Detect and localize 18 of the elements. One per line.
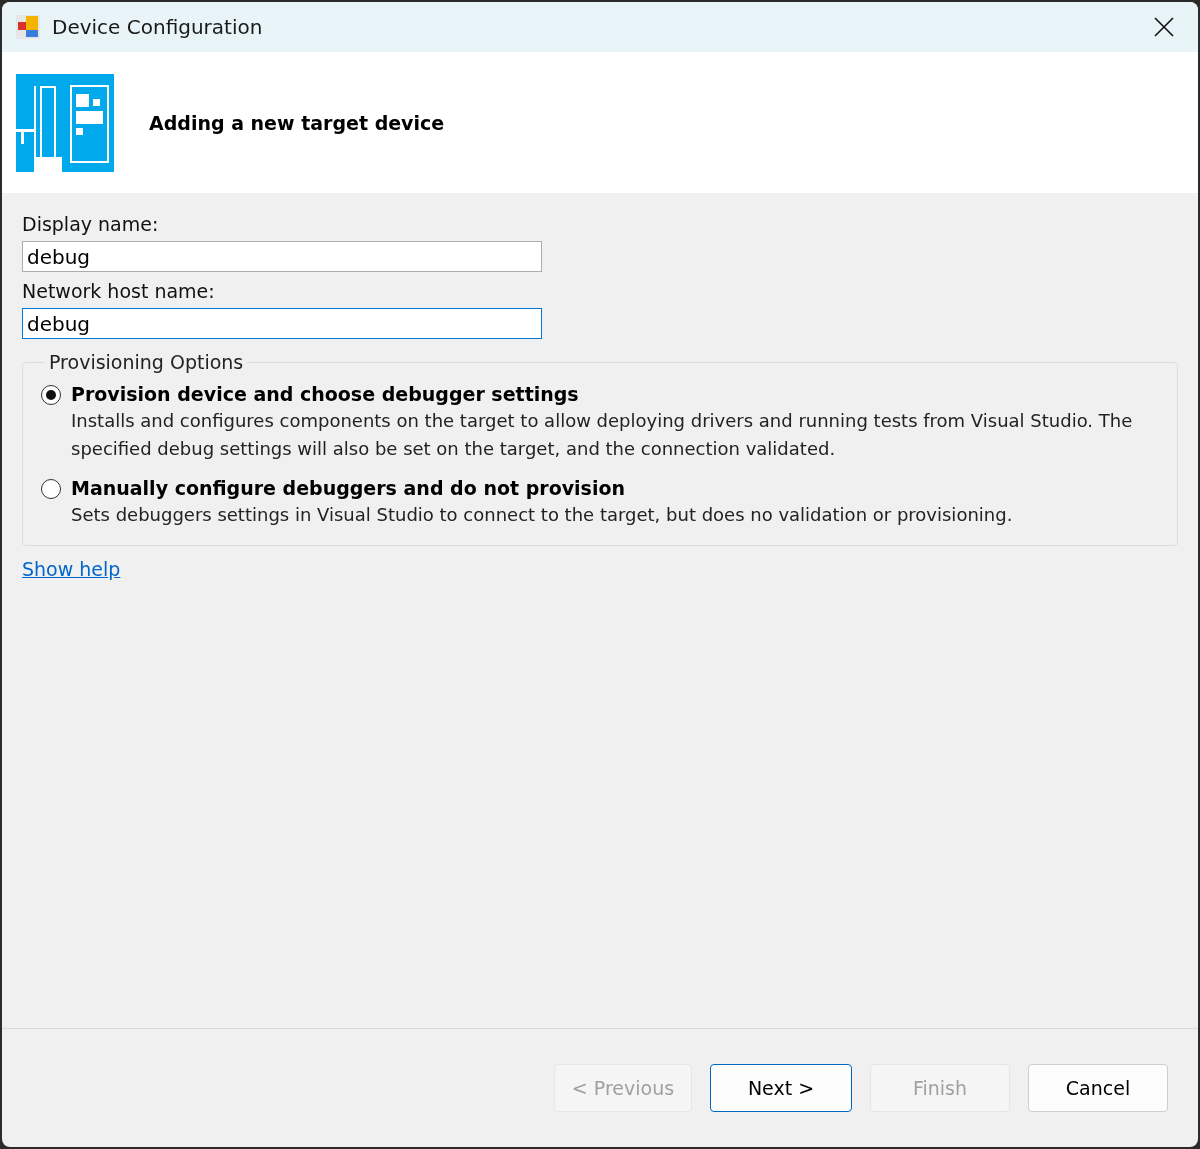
field-label: Display name: <box>22 213 160 235</box>
wizard-button[interactable]: Cancel <box>1028 1064 1168 1112</box>
wizard-heading: Adding a new target device <box>149 111 445 134</box>
radio-button[interactable] <box>41 385 61 405</box>
wizard-button[interactable]: Next > <box>710 1064 852 1112</box>
text-field[interactable]: debug <box>22 308 542 339</box>
app-icon <box>16 15 40 39</box>
option-title: Manually configure debuggers and do not provision <box>71 477 626 499</box>
help-link[interactable]: Show help <box>22 558 121 580</box>
field-label: Network host name: <box>22 280 216 302</box>
radio-button[interactable] <box>41 479 61 499</box>
group-legend: Provisioning Options <box>45 351 248 373</box>
close-icon <box>1154 17 1174 37</box>
text-field[interactable]: debug <box>22 241 542 272</box>
option-description: Sets debuggers settings in Visual Studio to connect to the target, but does no validation or provisioning. <box>71 503 1013 527</box>
window-title: Device Configuration <box>52 15 264 39</box>
option-title: Provision device and choose debugger settings <box>71 383 580 405</box>
option-description: Installs and configures components on the target to allow deploying drivers and running tests from Visual Studio. The specified debug settings will also be set on the target, and the connection validated. <box>71 409 1134 461</box>
